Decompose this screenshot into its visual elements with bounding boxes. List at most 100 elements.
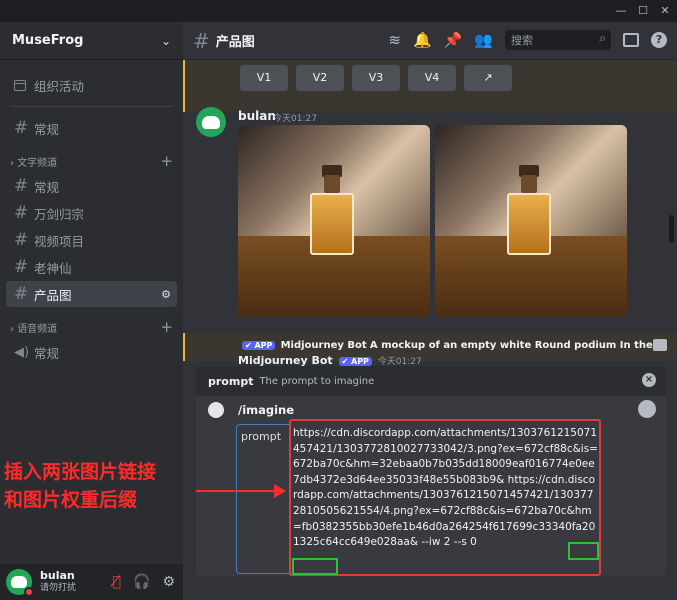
- annotation-arrow: [196, 490, 276, 492]
- emoji-icon[interactable]: [638, 400, 656, 418]
- server-name: MuseFrog: [12, 33, 84, 48]
- perfume-bottle: [310, 193, 354, 255]
- inbox-icon[interactable]: [623, 33, 639, 47]
- bot-avatar-icon: [208, 402, 224, 418]
- image-icon: [653, 339, 667, 351]
- channel-label: 老神仙: [34, 260, 72, 276]
- channel-general-top[interactable]: # 常规: [6, 115, 177, 141]
- sidebar-item-events[interactable]: 组织活动: [6, 72, 177, 98]
- category-voice[interactable]: › 语音频道 +: [6, 315, 177, 339]
- annotation-line-1: 插入两张图片链接: [4, 461, 157, 483]
- command-option-popup: prompt The prompt to imagine ×: [196, 366, 666, 396]
- channel-title: 产品图: [215, 35, 255, 50]
- user-controls: 🎙̸ 🎧 ⚙: [113, 574, 175, 590]
- scrollbar[interactable]: [669, 215, 674, 243]
- hash-icon: #: [14, 203, 29, 223]
- hash-icon: #: [193, 28, 210, 53]
- category-text[interactable]: › 文字频道 +: [6, 149, 177, 173]
- threads-icon[interactable]: ≋: [388, 31, 401, 49]
- calendar-icon: [14, 79, 26, 91]
- s-highlight-box: [292, 558, 338, 575]
- maximize-icon[interactable]: ☐: [634, 3, 652, 19]
- channel-header: # 产品图 ≋ 🔔 📌 👥 搜索 ⌕ ?: [183, 22, 677, 60]
- add-channel-icon[interactable]: +: [160, 152, 173, 170]
- dnd-status-icon: [24, 587, 34, 597]
- annotation-line-2: 和图片权重后缀: [4, 489, 138, 511]
- message-timestamp: 今天01:27: [273, 114, 317, 124]
- category-label: › 语音频道: [10, 323, 58, 335]
- chevron-down-icon: ⌄: [160, 33, 171, 48]
- avatar[interactable]: [196, 107, 226, 137]
- channel-product-images[interactable]: # 产品图 ⚙: [6, 281, 177, 307]
- message-highlight: V1 V2 V3 V4 ↗: [183, 60, 677, 112]
- slash-command[interactable]: /imagine: [238, 403, 294, 417]
- title-bar: — ☐ ✕: [0, 0, 677, 22]
- annotation-arrowhead: [274, 484, 286, 498]
- perfume-image-2[interactable]: [435, 125, 627, 317]
- prompt-highlight-box: [289, 419, 601, 576]
- reply-bot-name: Midjourney Bot: [280, 340, 367, 351]
- variation-buttons: V1 V2 V3 V4 ↗: [240, 65, 512, 91]
- channel-label: 视频项目: [34, 233, 85, 249]
- server-header[interactable]: MuseFrog ⌄: [0, 22, 183, 60]
- channel-label: 产品图: [34, 287, 72, 303]
- pin-icon[interactable]: 📌: [444, 31, 463, 49]
- settings-icon[interactable]: ⚙: [161, 288, 171, 301]
- open-link-button[interactable]: ↗: [464, 65, 512, 91]
- prompt-param-box[interactable]: prompt: [236, 424, 290, 574]
- gear-icon[interactable]: ⚙: [162, 574, 175, 590]
- user-info[interactable]: bulan 请勿打扰: [40, 570, 76, 594]
- bottle-neck: [324, 175, 340, 193]
- search-input[interactable]: 搜索 ⌕: [505, 30, 611, 50]
- message-author[interactable]: bulan: [238, 109, 276, 123]
- category-text-label: 文字频道: [17, 157, 58, 169]
- discord-logo-icon: [202, 115, 220, 129]
- v1-button[interactable]: V1: [240, 65, 288, 91]
- speaker-icon: ◀): [14, 344, 30, 360]
- channel-general[interactable]: # 常规: [6, 173, 177, 199]
- channel-label: 常规: [34, 345, 60, 361]
- mic-muted-icon[interactable]: 🎙̸: [113, 574, 121, 590]
- channel-label: 常规: [34, 179, 60, 195]
- category-voice-label: 语音频道: [17, 323, 58, 335]
- search-placeholder: 搜索: [511, 34, 533, 47]
- v3-button[interactable]: V3: [352, 65, 400, 91]
- bottle-neck: [521, 175, 537, 193]
- headphones-icon[interactable]: 🎧: [133, 574, 150, 590]
- command-option-name[interactable]: prompt: [208, 375, 253, 388]
- hash-icon: #: [14, 176, 29, 196]
- close-window-icon[interactable]: ✕: [656, 3, 674, 19]
- v4-button[interactable]: V4: [408, 65, 456, 91]
- command-row: /imagine: [208, 402, 294, 418]
- members-icon[interactable]: 👥: [474, 31, 493, 49]
- channel-laoshenxian[interactable]: # 老神仙: [6, 254, 177, 280]
- perfume-image-1[interactable]: [238, 125, 430, 317]
- app-badge: ✔ APP: [338, 357, 372, 366]
- annotation-text: 插入两张图片链接 和图片权重后缀: [4, 458, 204, 514]
- search-icon: ⌕: [599, 31, 606, 45]
- minimize-icon[interactable]: —: [612, 3, 630, 19]
- username: bulan: [40, 569, 75, 582]
- hash-icon: #: [14, 230, 29, 250]
- avatar[interactable]: [6, 569, 34, 597]
- user-panel: bulan 请勿打扰 🎙̸ 🎧 ⚙: [0, 564, 183, 600]
- discord-logo-icon: [11, 576, 27, 588]
- v2-button[interactable]: V2: [296, 65, 344, 91]
- iw-highlight-box: [568, 542, 599, 560]
- voice-channel-general[interactable]: ◀) 常规: [6, 339, 177, 365]
- sidebar-item-label: 组织活动: [34, 78, 85, 94]
- channel-label: 万剑归宗: [34, 206, 85, 222]
- reply-text: A mockup of an empty white Round podium …: [369, 340, 668, 351]
- channel-wanjian[interactable]: # 万剑归宗: [6, 200, 177, 226]
- reply-content: ✔ APP Midjourney Bot A mockup of an empt…: [240, 340, 668, 351]
- close-icon[interactable]: ×: [642, 373, 656, 387]
- channel-label: 常规: [34, 121, 60, 137]
- divider: [10, 106, 173, 107]
- category-label: › 文字频道: [10, 157, 58, 169]
- add-channel-icon[interactable]: +: [160, 318, 173, 336]
- help-icon[interactable]: ?: [651, 32, 667, 48]
- prompt-param-label: prompt: [241, 430, 282, 443]
- bell-icon[interactable]: 🔔: [413, 31, 432, 49]
- perfume-bottle: [507, 193, 551, 255]
- channel-video[interactable]: # 视频项目: [6, 227, 177, 253]
